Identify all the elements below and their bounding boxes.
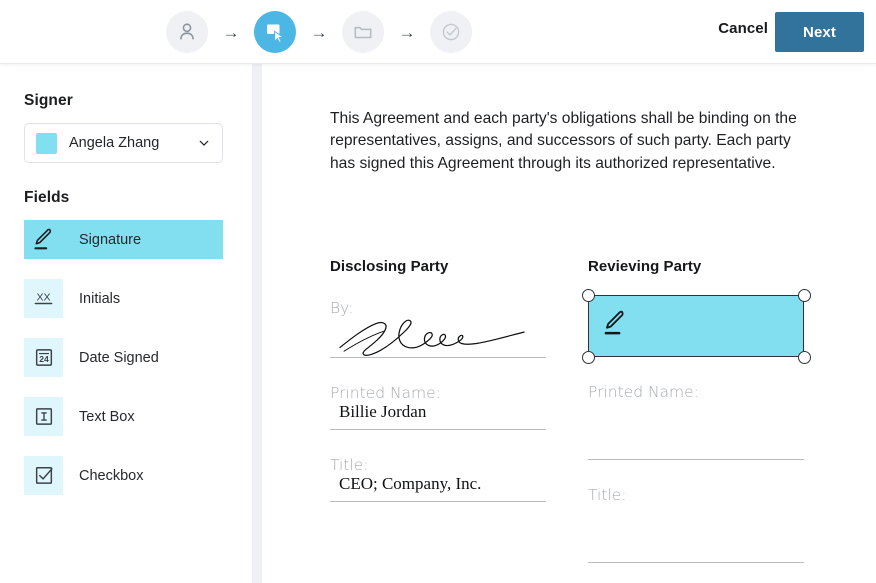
workflow-stepper: → → →: [166, 11, 472, 53]
agreement-paragraph: This Agreement and each party's obligati…: [330, 108, 816, 175]
printed-name-value: Billie Jordan: [330, 402, 546, 422]
field-item-text-box[interactable]: Text Box: [24, 397, 223, 436]
fields-heading: Fields: [24, 189, 228, 207]
column-title: Revieving Party: [588, 258, 804, 275]
handwritten-signature: [330, 313, 546, 357]
signer-color-swatch: [36, 133, 57, 154]
check-circle-icon: [440, 21, 462, 43]
signature-rule: [330, 357, 546, 358]
printed-name-rule: [588, 459, 804, 460]
resize-handle-bottom-left[interactable]: [582, 351, 595, 364]
step-arrow-3: →: [384, 24, 430, 41]
placed-signature-field[interactable]: [588, 295, 804, 357]
title-label: Title:: [588, 486, 804, 504]
field-item-initials[interactable]: XX Initials: [24, 279, 223, 318]
title-block: Title:: [588, 486, 804, 563]
by-block: By:: [330, 299, 546, 358]
disclosing-party-column: Disclosing Party By: Printed Name: Billi…: [330, 258, 546, 502]
chevron-down-icon: [197, 136, 211, 150]
resize-handle-top-right[interactable]: [798, 289, 811, 302]
step-review-send[interactable]: [430, 11, 472, 53]
checkbox-icon: [24, 456, 63, 495]
document-canvas[interactable]: This Agreement and each party's obligati…: [262, 64, 876, 583]
text-box-i-icon: [24, 397, 63, 436]
pen-signature-icon: [602, 309, 628, 337]
title-label: Title:: [330, 456, 546, 474]
field-item-label: Initials: [79, 291, 120, 307]
cancel-button[interactable]: Cancel: [718, 20, 768, 37]
step-documents[interactable]: [342, 11, 384, 53]
field-item-checkbox[interactable]: Checkbox: [24, 456, 223, 495]
printed-name-label: Printed Name:: [330, 384, 546, 402]
pen-signature-icon: [24, 220, 63, 259]
step-place-fields[interactable]: [254, 11, 296, 53]
field-type-list: Signature XX Initials 24: [24, 220, 228, 495]
field-placement-app: → → → Cancel Next: [0, 0, 876, 583]
printed-name-label: Printed Name:: [588, 383, 804, 401]
column-title: Disclosing Party: [330, 258, 546, 275]
top-toolbar: → → → Cancel Next: [0, 0, 876, 64]
person-icon: [176, 21, 198, 43]
printed-name-block: Printed Name:: [588, 383, 804, 460]
signer-dropdown[interactable]: Angela Zhang: [24, 123, 223, 163]
field-item-label: Date Signed: [79, 350, 159, 366]
resize-handle-bottom-right[interactable]: [798, 351, 811, 364]
printed-name-block: Printed Name: Billie Jordan: [330, 384, 546, 430]
signer-name-label: Angela Zhang: [69, 135, 193, 151]
svg-text:24: 24: [39, 354, 49, 364]
printed-name-rule: [330, 429, 546, 430]
pane-divider: [252, 64, 262, 583]
step-arrow-1: →: [208, 24, 254, 41]
svg-text:XX: XX: [36, 291, 50, 303]
place-field-icon: [263, 20, 287, 44]
field-item-label: Signature: [79, 232, 141, 248]
title-rule: [588, 562, 804, 563]
title-value: [588, 504, 804, 524]
field-item-label: Text Box: [79, 409, 135, 425]
field-item-signature[interactable]: Signature: [24, 220, 223, 259]
fields-sidebar: Signer Angela Zhang Fields Signature: [0, 64, 252, 583]
folder-icon: [352, 21, 374, 43]
signer-heading: Signer: [24, 92, 228, 110]
field-item-date-signed[interactable]: 24 Date Signed: [24, 338, 223, 377]
title-rule: [330, 501, 546, 502]
next-button[interactable]: Next: [775, 12, 864, 52]
step-add-signers[interactable]: [166, 11, 208, 53]
title-block: Title: CEO; Company, Inc.: [330, 456, 546, 502]
title-value: CEO; Company, Inc.: [330, 474, 546, 494]
resize-handle-top-left[interactable]: [582, 289, 595, 302]
reviewing-party-column: Revieving Party Printed Name: Title:: [588, 258, 804, 563]
printed-name-value: [588, 401, 804, 421]
step-arrow-2: →: [296, 24, 342, 41]
calendar-24-icon: 24: [24, 338, 63, 377]
field-item-label: Checkbox: [79, 468, 143, 484]
initials-xx-icon: XX: [24, 279, 63, 318]
